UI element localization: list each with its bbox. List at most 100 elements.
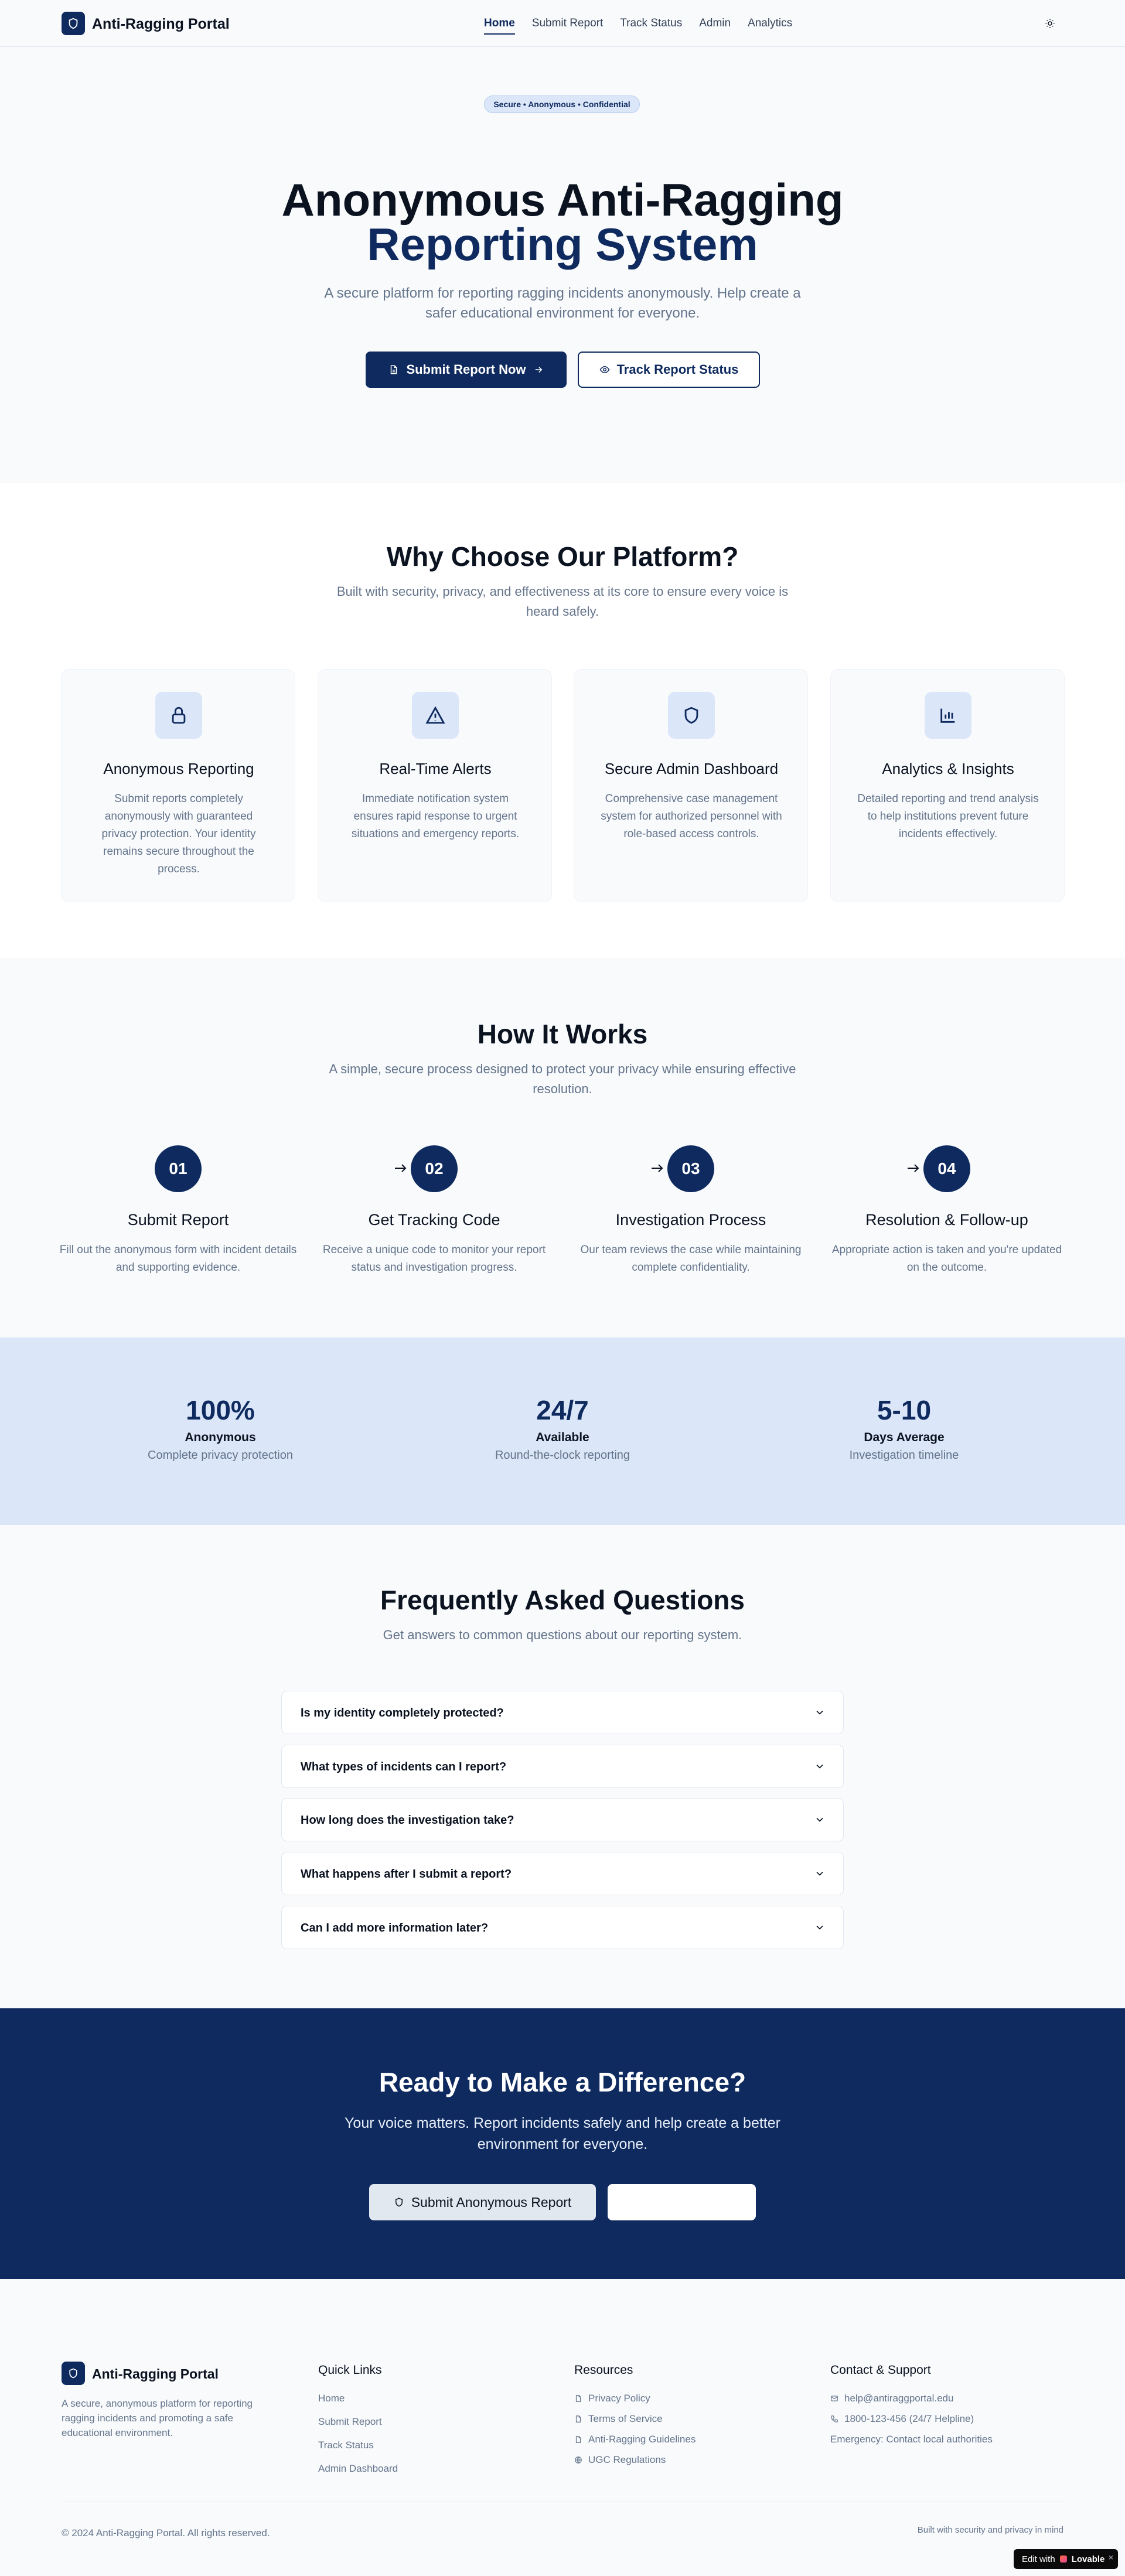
footer-link-terms[interactable]: Terms of Service xyxy=(574,2412,663,2426)
step-number: 02 xyxy=(411,1145,458,1192)
hero-subtitle: A secure platform for reporting ragging … xyxy=(324,285,801,321)
step-title: Get Tracking Code xyxy=(368,1211,500,1229)
chevron-down-icon xyxy=(814,1760,826,1772)
feature-card: Real-Time Alerts Immediate notification … xyxy=(318,669,552,902)
step-title: Investigation Process xyxy=(615,1211,766,1229)
badge-brand: Lovable xyxy=(1071,2554,1105,2564)
stat-value: 100% xyxy=(186,1395,255,1425)
chevron-down-icon xyxy=(814,1814,826,1826)
faq-item[interactable]: Is my identity completely protected? xyxy=(281,1691,844,1734)
nav-admin[interactable]: Admin xyxy=(699,16,731,35)
chevron-down-icon xyxy=(814,1707,826,1718)
brand-name[interactable]: Anti-Ragging Portal xyxy=(92,15,230,33)
nav-home[interactable]: Home xyxy=(484,16,515,35)
chevron-down-icon xyxy=(814,1922,826,1933)
arrow-right-icon xyxy=(394,1164,407,1173)
features-subtitle: Built with security, privacy, and effect… xyxy=(336,584,789,619)
footer-link-label: Anti-Ragging Guidelines xyxy=(588,2434,696,2445)
footer-phone-label: 1800-123-456 (24/7 Helpline) xyxy=(844,2413,974,2424)
feature-desc: Detailed reporting and trend analysis to… xyxy=(857,793,1039,840)
footer-link-label: Privacy Policy xyxy=(588,2393,650,2404)
submit-anonymous-report-label: Submit Anonymous Report xyxy=(411,2194,572,2210)
footer-link-admin-dashboard[interactable]: Admin Dashboard xyxy=(318,2462,398,2476)
step-title: Submit Report xyxy=(127,1211,229,1229)
step-title: Resolution & Follow-up xyxy=(865,1211,1028,1229)
faq-subtitle: Get answers to common questions about ou… xyxy=(383,1628,742,1642)
step-desc: Fill out the anonymous form with inciden… xyxy=(59,1244,297,1274)
eye-icon xyxy=(599,364,610,375)
step-desc: Receive a unique code to monitor your re… xyxy=(322,1244,546,1274)
stat-label: Available xyxy=(536,1431,589,1444)
footer-link-label: UGC Regulations xyxy=(588,2454,666,2465)
faq-item[interactable]: How long does the investigation take? xyxy=(281,1798,844,1841)
faq-item[interactable]: Can I add more information later? xyxy=(281,1906,844,1949)
arrow-right-icon xyxy=(533,364,544,375)
close-icon[interactable]: × xyxy=(1109,2553,1113,2562)
file-icon xyxy=(574,2394,582,2403)
feature-card: Analytics & Insights Detailed reporting … xyxy=(830,669,1065,902)
alert-triangle-icon xyxy=(412,692,459,739)
stat-label: Days Average xyxy=(864,1431,945,1444)
feature-card: Anonymous Reporting Submit reports compl… xyxy=(61,669,295,902)
file-icon xyxy=(574,2435,582,2444)
footer-brand: Anti-Ragging Portal xyxy=(92,2366,219,2381)
edit-with-lovable-badge[interactable]: Edit with Lovable × xyxy=(1014,2549,1118,2569)
shield-icon[interactable] xyxy=(62,12,85,35)
quick-links-title: Quick Links xyxy=(318,2363,382,2377)
footer-link-track-status[interactable]: Track Status xyxy=(318,2438,374,2452)
footer-link-guidelines[interactable]: Anti-Ragging Guidelines xyxy=(574,2432,696,2447)
arrow-right-icon xyxy=(907,1164,920,1173)
step-number: 01 xyxy=(155,1145,202,1192)
nav-track-status[interactable]: Track Status xyxy=(620,16,682,35)
shield-icon xyxy=(668,692,715,739)
track-status-label: Track Report Status xyxy=(616,362,739,377)
faq-question: Is my identity completely protected? xyxy=(301,1707,504,1719)
faq-question: What types of incidents can I report? xyxy=(301,1760,507,1773)
globe-icon xyxy=(574,2456,582,2464)
sun-icon[interactable] xyxy=(1039,13,1061,34)
step-item: 02 Get Tracking Code Receive a unique co… xyxy=(314,1145,554,1292)
resources-title: Resources xyxy=(574,2363,633,2377)
footer-description: A secure, anonymous platform for reporti… xyxy=(62,2398,253,2438)
faq-title: Frequently Asked Questions xyxy=(380,1585,745,1615)
footer-link-ugc-regulations[interactable]: UGC Regulations xyxy=(574,2453,666,2467)
faq-item[interactable]: What types of incidents can I report? xyxy=(281,1745,844,1788)
stat-desc: Investigation timeline xyxy=(849,1449,959,1462)
lovable-logo-icon xyxy=(1059,2555,1067,2563)
cta-secondary-button[interactable] xyxy=(608,2184,756,2220)
main-nav: Home Submit Report Track Status Admin An… xyxy=(484,16,809,35)
footer-link-submit-report[interactable]: Submit Report xyxy=(318,2415,382,2429)
feature-desc: Comprehensive case management system for… xyxy=(601,793,782,840)
site-header: Anti-Ragging Portal Home Submit Report T… xyxy=(0,0,1125,47)
how-title: How It Works xyxy=(477,1019,648,1049)
how-subtitle: A simple, secure process designed to pro… xyxy=(329,1062,796,1096)
track-status-button[interactable]: Track Report Status xyxy=(578,352,760,388)
faq-question: How long does the investigation take? xyxy=(301,1814,514,1827)
step-item: 04 Resolution & Follow-up Appropriate ac… xyxy=(827,1145,1067,1292)
bar-chart-icon xyxy=(925,692,971,739)
stat-item: 5-10 Days Average Investigation timeline xyxy=(787,1394,1021,1463)
step-desc: Our team reviews the case while maintain… xyxy=(580,1244,802,1274)
faq-item[interactable]: What happens after I submit a report? xyxy=(281,1852,844,1895)
chevron-down-icon xyxy=(814,1868,826,1879)
hero-title-highlight: Reporting System xyxy=(367,219,758,270)
copyright: © 2024 Anti-Ragging Portal. All rights r… xyxy=(62,2527,270,2539)
cta-title: Ready to Make a Difference? xyxy=(379,2067,746,2097)
submit-report-button[interactable]: Submit Report Now xyxy=(366,352,567,388)
footer-link-privacy-policy[interactable]: Privacy Policy xyxy=(574,2391,650,2406)
features-title: Why Choose Our Platform? xyxy=(386,541,739,572)
lock-icon xyxy=(155,692,202,739)
faq-question: Can I add more information later? xyxy=(301,1922,489,1934)
nav-submit-report[interactable]: Submit Report xyxy=(532,16,603,35)
submit-anonymous-report-button[interactable]: Submit Anonymous Report xyxy=(369,2184,596,2220)
hero-title: Anonymous Anti-Ragging xyxy=(281,174,844,226)
footer-link-home[interactable]: Home xyxy=(318,2391,345,2406)
nav-analytics[interactable]: Analytics xyxy=(748,16,792,35)
footer-email[interactable]: help@antiraggportal.edu xyxy=(830,2391,953,2406)
phone-icon xyxy=(830,2415,838,2423)
shield-icon xyxy=(394,2197,404,2207)
shield-icon xyxy=(62,2362,85,2385)
stat-desc: Complete privacy protection xyxy=(148,1449,293,1462)
step-number: 03 xyxy=(667,1145,714,1192)
footer-phone[interactable]: 1800-123-456 (24/7 Helpline) xyxy=(830,2412,974,2426)
